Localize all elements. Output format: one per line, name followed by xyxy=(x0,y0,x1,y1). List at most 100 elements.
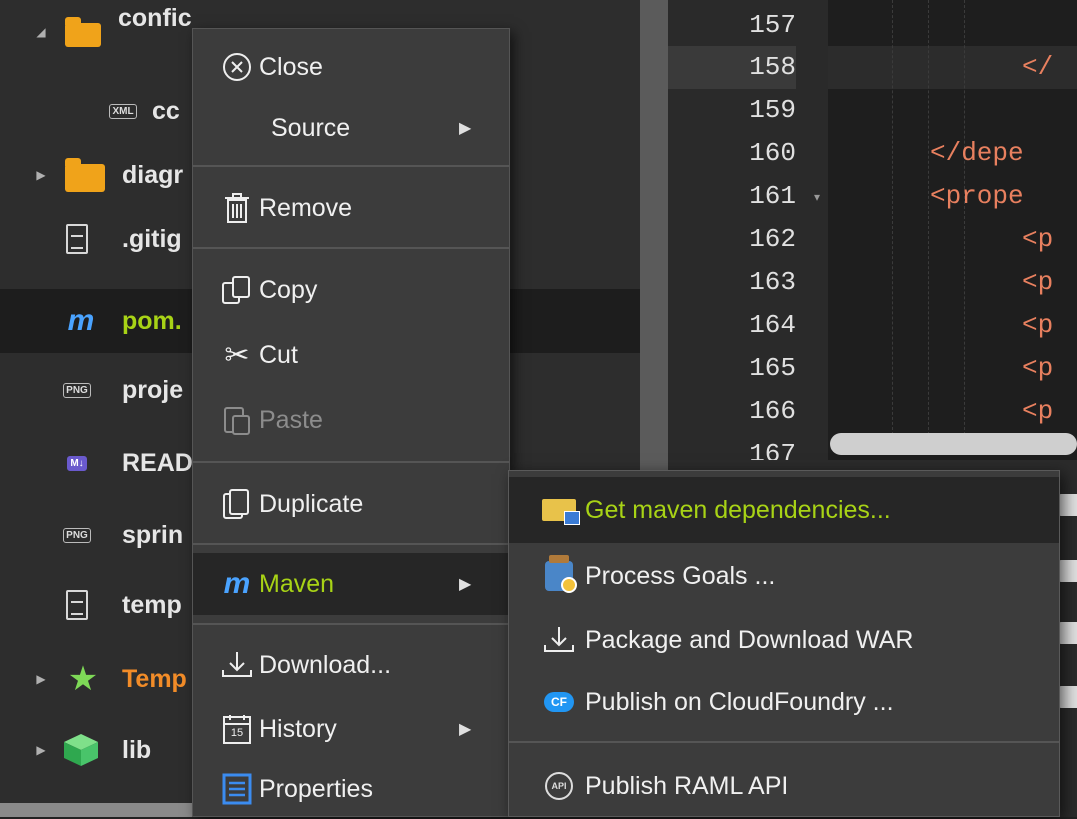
menu-separator xyxy=(193,461,509,463)
menu-item-label: Remove xyxy=(259,193,353,222)
line-number: 162 xyxy=(749,224,796,254)
menu-item-label: Close xyxy=(259,52,323,81)
submenu-item-process-goals[interactable]: Process Goals ... xyxy=(509,543,1059,609)
menu-item-duplicate[interactable]: Duplicate xyxy=(193,471,509,537)
menu-item-history[interactable]: 15 History ▶ xyxy=(193,697,509,761)
submenu-item-label: Package and Download WAR xyxy=(585,625,914,654)
code-line: </ xyxy=(1022,52,1054,82)
menu-item-download[interactable]: Download... xyxy=(193,633,509,697)
panel-edge-marker xyxy=(1058,560,1077,582)
code-editor[interactable]: 157 158 159 160 161 ▾ 162 163 164 165 16… xyxy=(668,0,1077,460)
line-number: 161 xyxy=(749,181,796,211)
code-line: <p xyxy=(1022,267,1054,297)
fold-arrow-icon[interactable]: ▾ xyxy=(814,190,820,204)
paste-icon xyxy=(215,387,259,453)
code-line: <prope xyxy=(930,181,1024,211)
expand-arrow-icon[interactable]: ◢ xyxy=(34,0,48,64)
tree-item-label: diagr xyxy=(122,161,184,189)
menu-item-label: Cut xyxy=(259,340,298,369)
menu-item-label: Source xyxy=(271,113,351,142)
menu-item-cut[interactable]: ✂ Cut xyxy=(193,323,509,387)
trash-icon xyxy=(215,175,259,241)
png-file-icon: PNG xyxy=(56,503,98,567)
line-number: 160 xyxy=(749,138,796,168)
config-folder-icon xyxy=(62,0,104,64)
submenu-item-label: Process Goals ... xyxy=(585,561,776,590)
tree-item-label: confic xyxy=(118,4,192,32)
line-number: 158 xyxy=(668,46,796,89)
text-file-icon xyxy=(56,207,98,271)
duplicate-icon xyxy=(215,471,259,537)
code-line: </depe xyxy=(930,138,1024,168)
calendar-day: 15 xyxy=(230,727,244,739)
png-file-icon: PNG xyxy=(56,358,98,422)
code-line: <p xyxy=(1022,353,1054,383)
submenu-item-label: Get maven dependencies... xyxy=(585,495,891,524)
submenu-arrow-icon: ▶ xyxy=(459,576,472,593)
collapse-arrow-icon[interactable]: ▶ xyxy=(34,143,48,207)
menu-item-copy[interactable]: Copy xyxy=(193,257,509,323)
menu-separator xyxy=(509,741,1059,743)
line-number: 165 xyxy=(749,353,796,383)
collapse-arrow-icon[interactable]: ▶ xyxy=(34,647,48,711)
submenu-item-label: Publish on CloudFoundry ... xyxy=(585,687,894,716)
submenu-item-get-maven-dependencies[interactable]: Get maven dependencies... xyxy=(509,477,1059,543)
indent-guide xyxy=(892,0,893,440)
indent-guide xyxy=(928,0,929,440)
api-icon: API xyxy=(533,753,585,819)
close-circle-icon xyxy=(215,35,259,99)
panel-edge-marker xyxy=(1058,622,1077,644)
menu-item-remove[interactable]: Remove xyxy=(193,175,509,241)
line-number: 164 xyxy=(749,310,796,340)
submenu-item-publish-raml-api[interactable]: API Publish RAML API xyxy=(509,753,1059,819)
cloudfoundry-icon: CF xyxy=(533,669,585,735)
submenu-item-package-download-war[interactable]: Package and Download WAR xyxy=(509,607,1059,673)
menu-item-close[interactable]: Close xyxy=(193,35,509,99)
code-line: <p xyxy=(1022,396,1054,426)
tree-item-label: temp xyxy=(122,591,182,619)
submenu-arrow-icon: ▶ xyxy=(459,120,472,137)
tree-item-label: READ xyxy=(122,449,193,477)
collapse-arrow-icon[interactable]: ▶ xyxy=(34,718,48,782)
line-number: 166 xyxy=(749,396,796,426)
menu-item-maven[interactable]: m Maven ▶ xyxy=(193,553,509,615)
properties-icon xyxy=(215,761,259,817)
line-number: 157 xyxy=(749,10,796,40)
tree-item-label: pom. xyxy=(122,307,182,335)
package-icon xyxy=(60,718,102,782)
code-line: <p xyxy=(1022,224,1054,254)
maven-icon: m xyxy=(223,567,251,600)
copy-icon xyxy=(215,257,259,323)
tree-item-label: .gitig xyxy=(122,225,182,253)
panel-edge-marker xyxy=(1058,494,1077,516)
menu-separator xyxy=(193,623,509,625)
star-icon: ★ xyxy=(67,660,99,698)
menu-separator xyxy=(193,247,509,249)
menu-item-label: Properties xyxy=(259,774,373,803)
calendar-icon: 15 xyxy=(215,697,259,761)
download-icon xyxy=(215,633,259,697)
menu-item-label: Maven xyxy=(259,569,335,598)
menu-item-label: History xyxy=(259,714,337,743)
maven-dependencies-icon xyxy=(533,477,585,543)
menu-item-label: Duplicate xyxy=(259,489,364,518)
menu-item-label: Copy xyxy=(259,275,318,304)
xml-file-icon: XML xyxy=(102,79,144,143)
markdown-file-icon: M↓ xyxy=(56,431,98,495)
menu-separator xyxy=(193,543,509,545)
code-line: <p xyxy=(1022,310,1054,340)
maven-icon: m xyxy=(67,304,95,337)
menu-separator xyxy=(193,165,509,167)
indent-guide xyxy=(964,0,965,440)
panel-edge-marker xyxy=(1058,686,1077,708)
tree-item-label: Temp xyxy=(122,665,187,693)
menu-item-source[interactable]: Source ▶ xyxy=(193,99,509,157)
line-number: 159 xyxy=(749,95,796,125)
menu-item-paste[interactable]: Paste xyxy=(193,387,509,453)
editor-horizontal-scrollbar[interactable] xyxy=(830,433,1077,455)
folder-icon xyxy=(64,143,106,207)
submenu-item-publish-cloudfoundry[interactable]: CF Publish on CloudFoundry ... xyxy=(509,669,1059,735)
menu-item-label: Download... xyxy=(259,650,392,679)
menu-item-properties[interactable]: Properties xyxy=(193,761,509,817)
context-menu: Close Source ▶ Remove Copy ✂ Cut Paste D… xyxy=(192,28,510,817)
